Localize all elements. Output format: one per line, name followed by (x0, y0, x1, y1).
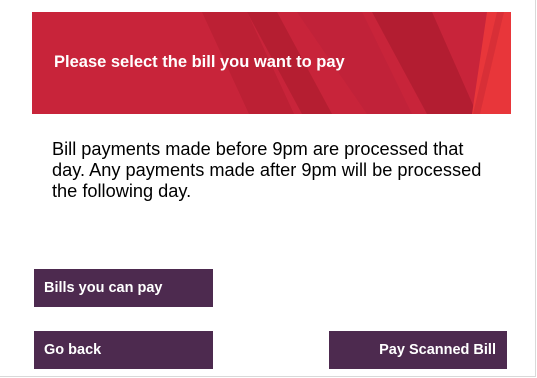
header-banner: Please select the bill you want to pay (32, 12, 511, 114)
page-title: Please select the bill you want to pay (54, 53, 345, 71)
pay-scanned-bill-button[interactable]: Pay Scanned Bill (329, 331, 507, 369)
go-back-button[interactable]: Go back (34, 331, 213, 369)
screen-frame: Please select the bill you want to pay B… (0, 0, 536, 377)
processing-notice: Bill payments made before 9pm are proces… (52, 139, 482, 201)
bills-you-can-pay-button[interactable]: Bills you can pay (34, 269, 213, 307)
